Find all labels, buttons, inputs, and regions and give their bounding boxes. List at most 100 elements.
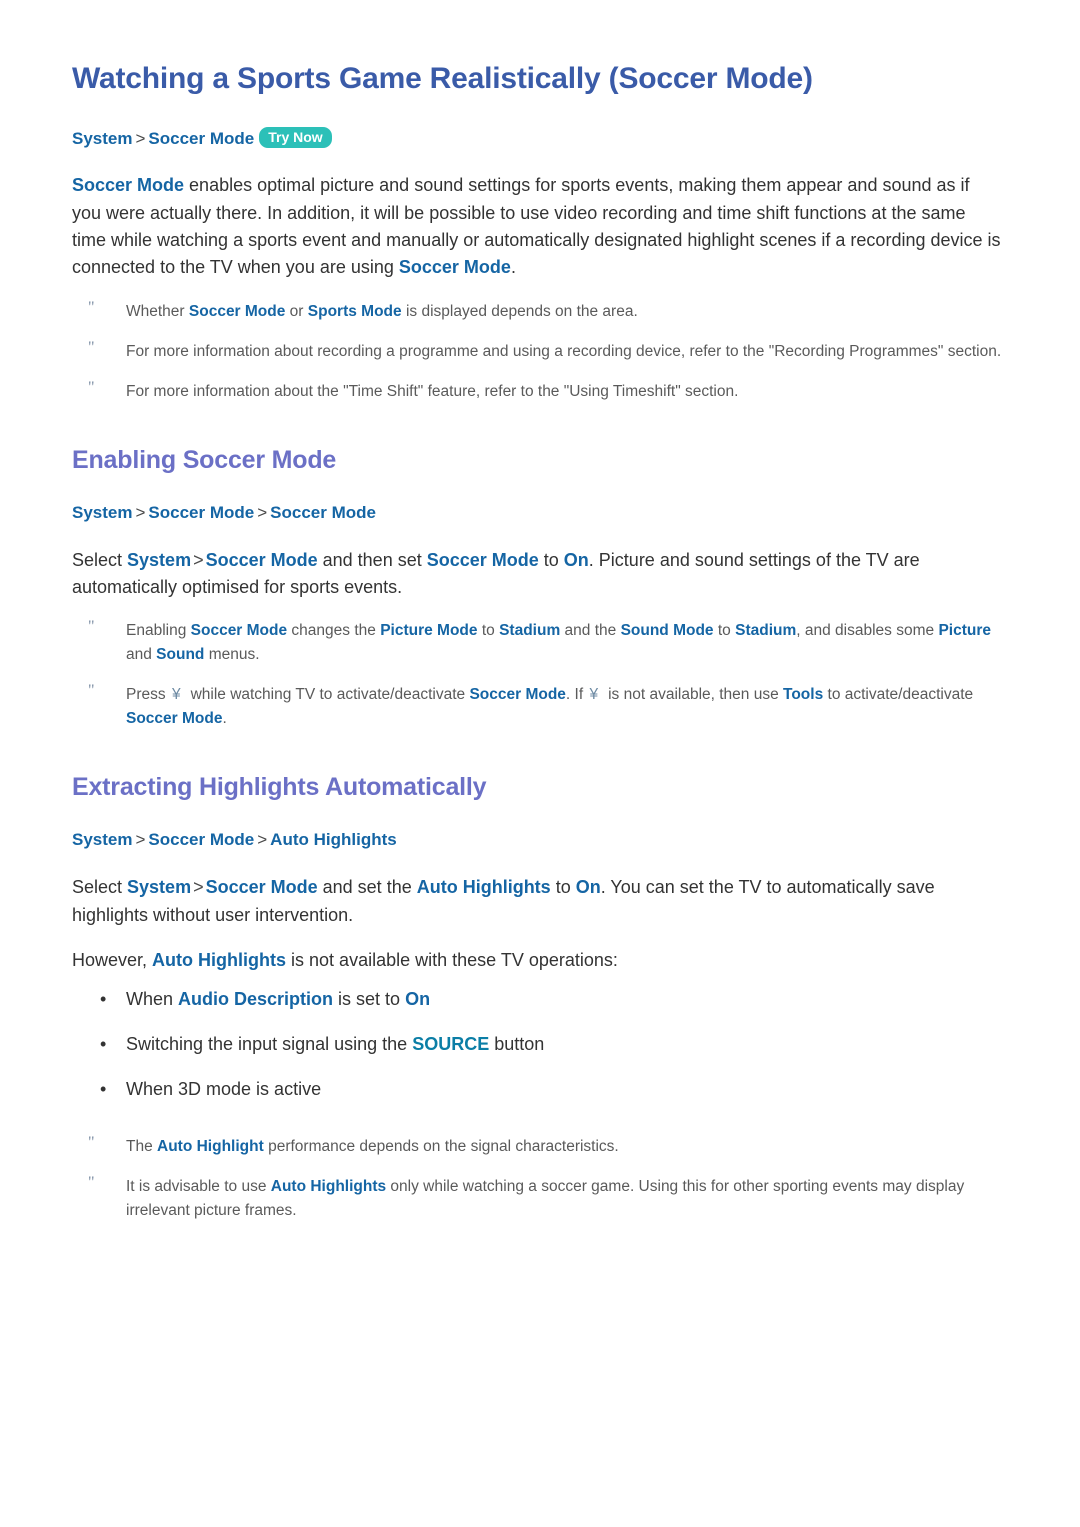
- note-text: menus.: [204, 646, 260, 664]
- extracting-note-list: " The Auto Highlight performance depends …: [72, 1134, 1020, 1223]
- extracting-text-0: Select: [72, 877, 128, 898]
- list-item-text: is set to: [333, 989, 406, 1010]
- note-text: and the: [560, 622, 621, 640]
- note-text: is displayed depends on the area.: [401, 302, 638, 320]
- quote-bullet-icon: ": [88, 1174, 95, 1192]
- breadcrumb-intro: System > Soccer Mode Try Now: [72, 126, 1020, 151]
- note-item: " Enabling Soccer Mode changes the Pictur…: [72, 618, 1020, 667]
- list-item-text: When: [126, 989, 179, 1010]
- note-text: to activate/deactivate: [823, 686, 974, 704]
- breadcrumb-item-system[interactable]: System: [72, 503, 132, 522]
- dot-bullet-icon: •: [100, 1034, 107, 1055]
- keyword-stadium: Stadium: [735, 622, 797, 640]
- note-text: . If: [565, 686, 588, 704]
- page-title: Watching a Sports Game Realistically (So…: [72, 62, 813, 95]
- intro-paragraph: Soccer Mode enables optimal picture and …: [72, 172, 1002, 281]
- remote-button-icon: ¥: [589, 686, 599, 704]
- extracting-paragraph: Select System > Soccer Mode and set the Au…: [72, 874, 1002, 929]
- note-text: For more information about recording a p…: [126, 342, 1002, 360]
- keyword-auto-highlights: Auto Highlights: [270, 1178, 387, 1196]
- breadcrumb-extracting: System > Soccer Mode > Auto Highlights: [72, 828, 1020, 852]
- keyword-soccer-mode: Soccer Mode: [188, 302, 286, 320]
- breadcrumb-item-system[interactable]: System: [72, 129, 132, 148]
- quote-bullet-icon: ": [88, 1134, 95, 1152]
- breadcrumb-enabling: System > Soccer Mode > Soccer Mode: [72, 501, 1020, 525]
- list-item: • Switching the input signal using the SO…: [72, 1031, 1020, 1058]
- extracting-text-1: and set the: [317, 877, 417, 898]
- list-item: • When 3D mode is active: [72, 1076, 1020, 1103]
- note-text: performance depends on the signal charac…: [263, 1138, 619, 1156]
- however-paragraph: However, Auto Highlights is not availabl…: [72, 947, 1002, 974]
- note-text: Press: [126, 686, 170, 704]
- keyword-on: On: [575, 877, 601, 898]
- note-item: " The Auto Highlight performance depends …: [72, 1134, 1020, 1159]
- list-item-text: button: [489, 1034, 545, 1055]
- note-text: .: [222, 710, 227, 728]
- breadcrumb-item-soccer-mode[interactable]: Soccer Mode: [148, 129, 254, 148]
- breadcrumb-item-soccer-mode[interactable]: Soccer Mode: [148, 503, 254, 522]
- breadcrumb-item-soccer-mode[interactable]: Soccer Mode: [148, 830, 254, 849]
- keyword-auto-highlights: Auto Highlights: [152, 949, 287, 970]
- note-text: It is advisable to use: [126, 1178, 271, 1196]
- extracting-text-2: to: [550, 877, 576, 898]
- operations-list: • When Audio Description is set to On • Sw…: [72, 986, 1020, 1103]
- keyword-soccer-mode: Soccer Mode: [205, 877, 318, 898]
- note-text: Enabling: [126, 622, 191, 640]
- note-text: to: [477, 622, 500, 640]
- keyword-audio-description: Audio Description: [178, 989, 334, 1010]
- note-item: " Press ¥ while watching TV to activate/de…: [72, 682, 1020, 731]
- intro-text-2: .: [510, 257, 516, 278]
- breadcrumb-separator: >: [257, 502, 268, 522]
- breadcrumb-item-system[interactable]: System: [72, 830, 132, 849]
- quote-bullet-icon: ": [88, 338, 95, 356]
- remote-button-icon: ¥: [171, 686, 181, 704]
- keyword-source-button: SOURCE: [412, 1034, 490, 1055]
- note-item: " For more information about recording a …: [72, 339, 1020, 364]
- note-text: Whether: [126, 302, 189, 320]
- keyword-sound: Sound: [156, 646, 205, 664]
- breadcrumb-item-auto-highlights[interactable]: Auto Highlights: [270, 830, 397, 849]
- quote-bullet-icon: ": [88, 682, 95, 700]
- keyword-picture-mode: Picture Mode: [380, 622, 478, 640]
- inline-separator: >: [193, 877, 204, 898]
- list-item-text: When 3D mode is active: [126, 1079, 322, 1100]
- enabling-text-1: and then set: [317, 549, 427, 570]
- breadcrumb-separator: >: [135, 502, 146, 522]
- note-text: to: [713, 622, 736, 640]
- breadcrumb-item-soccer-mode-2[interactable]: Soccer Mode: [270, 503, 376, 522]
- enabling-note-list: " Enabling Soccer Mode changes the Pictur…: [72, 618, 1020, 731]
- dot-bullet-icon: •: [100, 989, 107, 1010]
- note-text: or: [285, 302, 308, 320]
- keyword-stadium: Stadium: [499, 622, 561, 640]
- note-item: " For more information about the "Time Sh…: [72, 379, 1020, 404]
- keyword-tools: Tools: [783, 686, 824, 704]
- note-text: changes the: [287, 622, 381, 640]
- note-text: The: [126, 1138, 158, 1156]
- keyword-sound-mode: Sound Mode: [620, 622, 714, 640]
- enabling-text-0: Select: [72, 549, 128, 570]
- note-text: , and disables some: [796, 622, 939, 640]
- note-text: while watching TV to activate/deactivate: [190, 686, 470, 704]
- however-text-1: However,: [72, 949, 153, 970]
- enabling-paragraph: Select System > Soccer Mode and then set S…: [72, 547, 1002, 602]
- keyword-auto-highlights: Auto Highlights: [416, 877, 551, 898]
- try-now-badge[interactable]: Try Now: [259, 126, 332, 149]
- keyword-auto-highlight: Auto Highlight: [157, 1138, 264, 1156]
- keyword-soccer-mode: Soccer Mode: [205, 549, 318, 570]
- section-heading-enabling: Enabling Soccer Mode: [72, 445, 337, 474]
- inline-separator: >: [193, 549, 204, 570]
- note-item: " Whether Soccer Mode or Sports Mode is d…: [72, 299, 1020, 324]
- keyword-system: System: [127, 549, 192, 570]
- keyword-sports-mode: Sports Mode: [307, 302, 402, 320]
- note-text: is not available, then use: [608, 686, 784, 704]
- keyword-picture: Picture: [938, 622, 991, 640]
- breadcrumb-separator: >: [135, 830, 146, 850]
- keyword-soccer-mode: Soccer Mode: [190, 622, 288, 640]
- quote-bullet-icon: ": [88, 298, 95, 316]
- list-item: • When Audio Description is set to On: [72, 986, 1020, 1013]
- note-item: " It is advisable to use Auto Highlights …: [72, 1174, 1020, 1223]
- note-text: For more information about the "Time Shi…: [126, 382, 739, 400]
- dot-bullet-icon: •: [100, 1079, 107, 1100]
- keyword-system: System: [127, 877, 192, 898]
- enabling-text-2: to: [538, 549, 564, 570]
